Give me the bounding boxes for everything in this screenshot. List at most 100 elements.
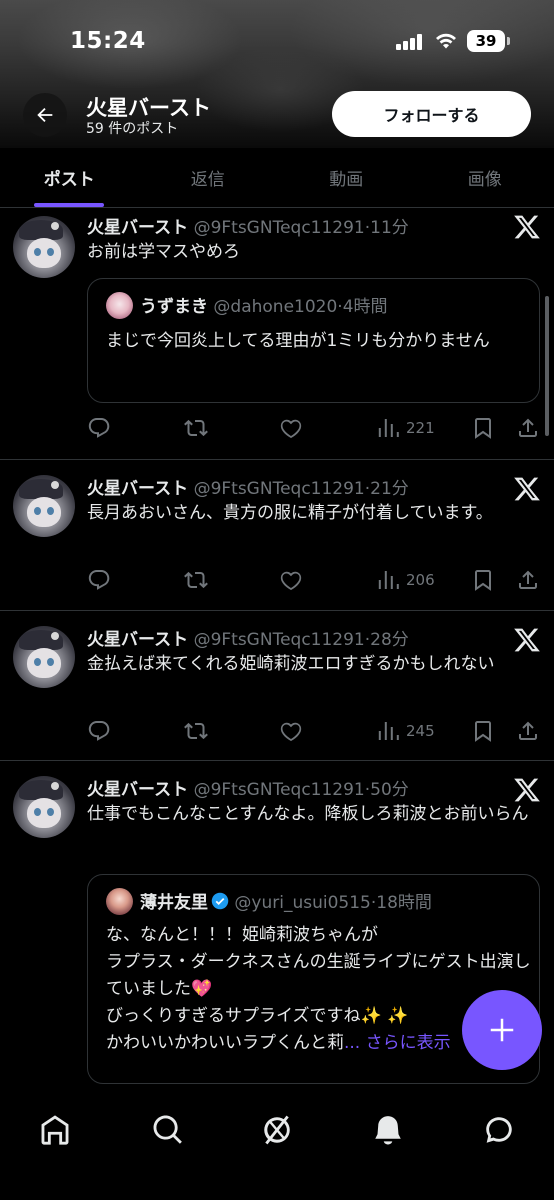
views-button[interactable]: 206 xyxy=(376,566,435,594)
nav-messages[interactable] xyxy=(469,1100,529,1160)
nav-search[interactable] xyxy=(138,1100,198,1160)
battery-nub xyxy=(507,37,510,45)
quoted-line: かわいいかわいいラプくんと莉 xyxy=(106,1033,344,1053)
repost-button[interactable] xyxy=(184,414,208,442)
repost-icon xyxy=(184,722,208,740)
post-time[interactable]: 28分 xyxy=(370,630,409,650)
share-button[interactable] xyxy=(516,566,540,594)
tab-videos[interactable]: 動画 xyxy=(277,148,416,207)
tab-label: 返信 xyxy=(190,170,225,190)
post-time[interactable]: 50分 xyxy=(370,780,409,800)
post-feed[interactable]: 火星バースト @9FtsGNTeqc11291·11分 お前は学マスやめろ うず… xyxy=(0,208,554,1086)
post-header: 火星バースト @9FtsGNTeqc11291·21分 xyxy=(87,479,409,499)
reply-button[interactable] xyxy=(87,566,111,594)
post-text: 仕事でもこんなことすんなよ。降板しろ莉波とお​前いらん xyxy=(87,804,529,824)
bookmark-icon xyxy=(475,721,491,742)
avatar[interactable] xyxy=(13,626,75,688)
repost-button[interactable] xyxy=(184,717,208,745)
post-header: 火星バースト @9FtsGNTeqc11291·28分 xyxy=(87,630,409,650)
post-text: 金払えば来てくれる姫崎莉波エロすぎるかもしれ​ない xyxy=(87,654,495,674)
views-count: 221 xyxy=(406,419,435,437)
share-button[interactable] xyxy=(516,414,540,442)
scrollbar[interactable] xyxy=(545,296,549,436)
author-name[interactable]: 火星バースト xyxy=(87,630,188,650)
x-logo-icon[interactable] xyxy=(513,475,541,503)
bookmark-button[interactable] xyxy=(471,414,495,442)
like-button[interactable] xyxy=(279,414,303,442)
post-time[interactable]: 21分 xyxy=(370,479,409,499)
repost-icon xyxy=(184,419,208,437)
tab-active-indicator xyxy=(34,203,105,207)
follow-button[interactable]: フォローする xyxy=(332,91,531,137)
views-button[interactable]: 245 xyxy=(376,717,435,745)
post-header: 火星バースト @9FtsGNTeqc11291·11分 xyxy=(87,218,409,238)
reply-button[interactable] xyxy=(87,717,111,745)
bell-icon xyxy=(375,1116,401,1145)
like-button[interactable] xyxy=(279,566,303,594)
x-logo-icon[interactable] xyxy=(513,213,541,241)
bookmark-button[interactable] xyxy=(471,717,495,745)
quoted-avatar[interactable] xyxy=(106,888,133,915)
heart-icon xyxy=(280,419,302,439)
messages-icon xyxy=(486,1117,512,1143)
bookmark-icon xyxy=(475,570,491,591)
avatar[interactable] xyxy=(13,475,75,537)
post-item[interactable]: 火星バースト @9FtsGNTeqc11291·28分 金払えば来てくれる姫崎莉… xyxy=(0,611,554,761)
like-button[interactable] xyxy=(279,717,303,745)
post-header: 火星バースト @9FtsGNTeqc11291·50分 xyxy=(87,780,409,800)
profile-tabs: ポスト 返信 動画 画像 xyxy=(0,148,554,208)
views-count: 245 xyxy=(406,722,435,740)
home-icon xyxy=(41,1115,69,1145)
author-handle[interactable]: @9FtsGNTeqc11291 xyxy=(194,630,365,650)
x-logo-icon[interactable] xyxy=(513,626,541,654)
views-icon xyxy=(378,722,399,740)
tab-posts[interactable]: ポスト xyxy=(0,148,139,207)
status-time: 15:24 xyxy=(70,28,146,54)
share-icon xyxy=(518,570,537,589)
author-handle[interactable]: @9FtsGNTeqc11291 xyxy=(194,218,365,238)
quoted-time: 18時間 xyxy=(376,893,432,913)
author-name[interactable]: 火星バースト xyxy=(87,780,188,800)
avatar[interactable] xyxy=(13,776,75,838)
quoted-line: ラプラス・ダークネスさんの生誕ライブにゲスト出演していました💖 xyxy=(106,952,531,999)
back-button[interactable] xyxy=(23,93,67,137)
bookmark-button[interactable] xyxy=(471,566,495,594)
avatar[interactable] xyxy=(13,216,75,278)
views-icon xyxy=(378,571,399,589)
reply-icon xyxy=(88,418,110,438)
tab-replies[interactable]: 返信 xyxy=(139,148,278,207)
views-button[interactable]: 221 xyxy=(376,414,435,442)
nav-grok[interactable] xyxy=(247,1100,307,1160)
post-item[interactable]: 火星バースト @9FtsGNTeqc11291·11分 お前は学マスやめろ うず… xyxy=(0,208,554,460)
tab-label: 画像 xyxy=(467,170,502,190)
repost-button[interactable] xyxy=(184,566,208,594)
author-name[interactable]: 火星バースト xyxy=(87,218,188,238)
post-actions: 206 xyxy=(87,566,542,594)
post-actions: 221 xyxy=(87,414,542,442)
show-more-link[interactable]: ... さらに表示 xyxy=(344,1033,451,1053)
quoted-line: な、なんと！！！姫崎莉波ちゃんが xyxy=(106,925,378,945)
verified-badge-icon xyxy=(211,892,229,910)
profile-header: 15:24 39 火星バースト 59 件のポスト フォローする xyxy=(0,0,554,148)
share-button[interactable] xyxy=(516,717,540,745)
author-handle[interactable]: @9FtsGNTeqc11291 xyxy=(194,479,365,499)
compose-button[interactable] xyxy=(462,990,542,1070)
nav-home[interactable] xyxy=(25,1100,85,1160)
tab-label: 動画 xyxy=(329,170,364,190)
post-time[interactable]: 11分 xyxy=(370,218,409,238)
author-name[interactable]: 火星バースト xyxy=(87,479,188,499)
reply-button[interactable] xyxy=(87,414,111,442)
post-text: 長月あおいさん、貴方の服に精子が付着していま​す。 xyxy=(87,503,493,523)
author-handle[interactable]: @9FtsGNTeqc11291 xyxy=(194,780,365,800)
tab-images[interactable]: 画像 xyxy=(416,148,554,207)
quoted-header: 薄井友里 @yuri_usui0515·18時間 xyxy=(140,892,432,913)
quoted-avatar[interactable] xyxy=(106,292,133,319)
quoted-post[interactable]: うずまき @dahone1020·4時間 まじで今回炎上してる理由が1ミリも分か… xyxy=(87,278,540,403)
bottom-navigation xyxy=(0,1086,554,1200)
post-item[interactable]: 火星バースト @9FtsGNTeqc11291·21分 長月あおいさん、貴方の服… xyxy=(0,460,554,611)
nav-notifications[interactable] xyxy=(358,1100,418,1160)
x-logo-icon[interactable] xyxy=(513,776,541,804)
quoted-handle: @yuri_usui0515 xyxy=(234,893,371,913)
search-icon xyxy=(153,1115,182,1144)
grok-icon xyxy=(264,1115,290,1145)
